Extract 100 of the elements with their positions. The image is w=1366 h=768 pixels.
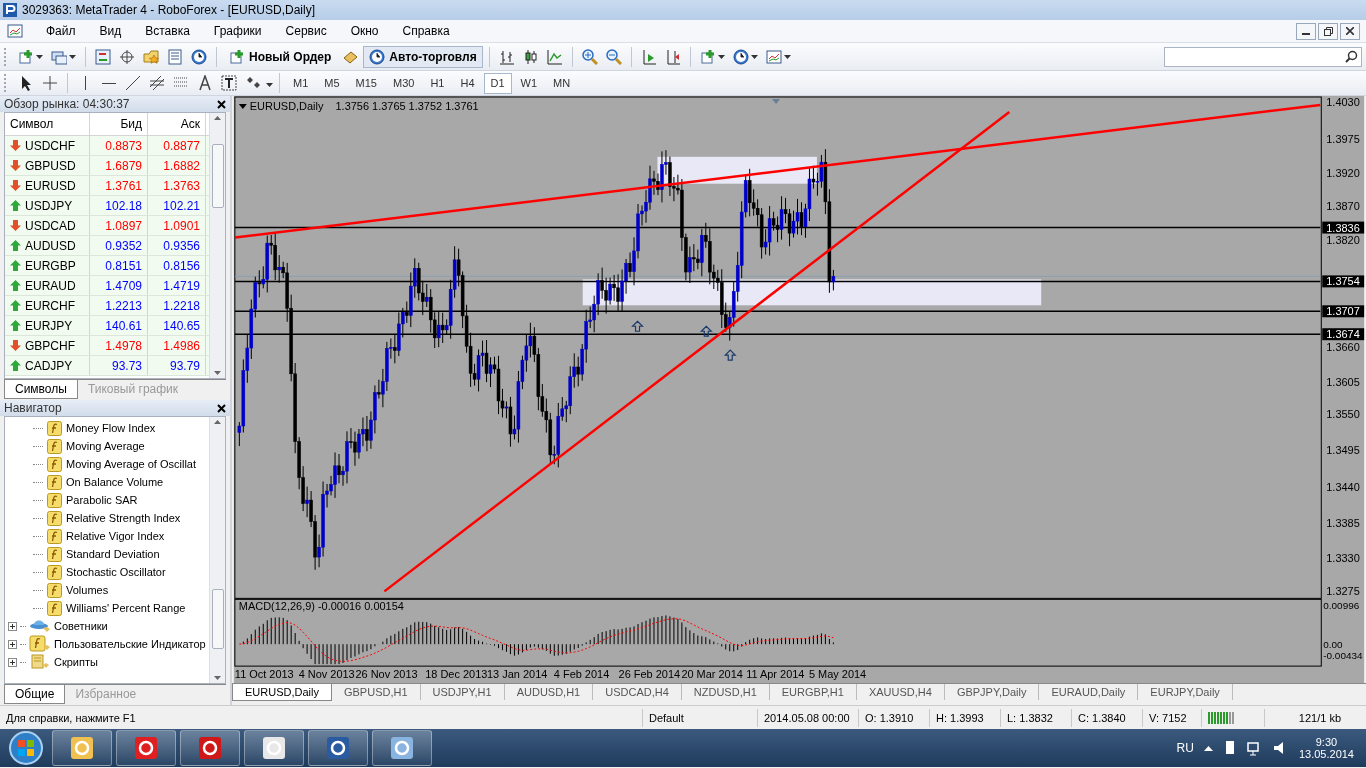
navigator-folder[interactable]: Пользовательские Индикатор (54, 638, 206, 650)
symbol-name: EURUSD (25, 178, 76, 193)
timeframe-button[interactable]: H1 (423, 72, 452, 94)
close-icon[interactable] (217, 99, 226, 109)
minimize-button[interactable] (1296, 22, 1316, 40)
profiles-icon (51, 48, 67, 65)
clock-time[interactable]: 9:30 (1315, 736, 1338, 748)
chart-tab[interactable]: EURUSD,Daily (232, 684, 332, 702)
expand-icon[interactable] (8, 621, 17, 631)
scroll-up-icon[interactable] (214, 420, 221, 424)
show-hidden-icons-icon[interactable] (1203, 745, 1213, 751)
taskbar-button[interactable] (116, 730, 176, 766)
navigator-folder[interactable]: Советники (54, 620, 108, 632)
timeframe-button[interactable]: M15 (348, 72, 384, 94)
timeframe-button[interactable]: H4 (453, 72, 482, 94)
scrollbar-thumb[interactable] (211, 144, 224, 208)
indicator-item[interactable]: Volumes (66, 584, 109, 596)
panel-tab[interactable]: Общие (4, 685, 66, 704)
indicator-item[interactable]: Relative Vigor Index (66, 530, 165, 542)
scroll-up-icon[interactable] (214, 116, 221, 120)
chart-tab[interactable]: USDCAD,H4 (593, 684, 682, 701)
status-profile: Default (642, 708, 757, 727)
timeframe-button[interactable]: MN (546, 72, 578, 94)
hat-icon (29, 618, 51, 634)
indicator-item[interactable]: On Balance Volume (66, 476, 164, 488)
caret-icon[interactable] (783, 54, 791, 59)
taskbar-button[interactable] (52, 730, 112, 766)
close-icon[interactable] (217, 403, 226, 413)
menu-item[interactable]: Сервис (273, 24, 339, 38)
chart-symbol-label: EURUSD,Daily (249, 99, 324, 112)
price-label: 1.3820 (1326, 233, 1360, 246)
indicator-item[interactable]: Moving Average (66, 440, 145, 452)
chart-tab[interactable]: USDJPY,H1 (420, 684, 505, 701)
indicator-item[interactable]: Moving Average of Oscillat (66, 458, 197, 470)
taskbar-button[interactable] (308, 730, 368, 766)
timeframe-button[interactable]: M5 (317, 72, 347, 94)
timeframe-button[interactable]: W1 (513, 72, 545, 94)
indicator-item[interactable]: Stochastic Oscillator (66, 566, 166, 578)
navigator-folder[interactable]: Скрипты (54, 656, 98, 668)
caret-icon[interactable] (36, 54, 43, 59)
menu-item[interactable]: Вставка (133, 24, 202, 38)
chart-tab[interactable]: EURJPY,Daily (1138, 684, 1233, 701)
menu-item[interactable]: Файл (34, 24, 88, 38)
indicator-item[interactable]: Relative Strength Index (66, 512, 181, 524)
chart-tab[interactable]: AUDUSD,H1 (504, 684, 594, 701)
trendline[interactable] (383, 110, 1011, 593)
caret-icon[interactable] (717, 54, 725, 59)
zoom-in-icon (581, 48, 598, 65)
auto-trading-button[interactable]: Авто-торговля (363, 45, 483, 68)
column-header[interactable]: Бид (90, 113, 148, 135)
panel-tab[interactable]: Символы (4, 380, 78, 399)
ask-price: 0.9356 (148, 236, 206, 255)
menu-item[interactable]: Вид (87, 24, 134, 38)
taskbar-button[interactable] (372, 730, 432, 766)
expand-icon[interactable] (8, 657, 17, 667)
ask-price: 1.2218 (148, 296, 206, 315)
taskbar-button[interactable] (244, 730, 304, 766)
symbol-name: EURCHF (25, 298, 75, 313)
indicator-item[interactable]: Money Flow Index (66, 422, 156, 434)
indicator-item[interactable]: Standard Deviation (66, 548, 160, 560)
chart-tab[interactable]: NZDUSD,H1 (681, 684, 770, 701)
price-label: 1.3870 (1326, 199, 1360, 212)
menu-item[interactable]: Графики (201, 24, 274, 38)
scrollbar-thumb[interactable] (211, 589, 224, 649)
close-button[interactable] (1340, 22, 1360, 40)
column-header[interactable]: Аск (148, 113, 206, 135)
chart-tab[interactable]: EURGBP,H1 (769, 684, 857, 701)
expand-icon[interactable] (8, 639, 17, 649)
bid-price: 1.6879 (90, 156, 148, 175)
caret-icon[interactable] (750, 54, 758, 59)
timeframe-button[interactable]: D1 (483, 72, 512, 94)
menu-item[interactable]: Справка (390, 24, 462, 38)
ask-price: 1.4986 (148, 336, 206, 355)
chart-tab[interactable]: GBPUSD,H1 (331, 684, 421, 701)
scroll-down-icon[interactable] (214, 676, 221, 680)
header-caret-icon[interactable] (238, 103, 247, 109)
indicator-item[interactable]: Parabolic SAR (66, 494, 138, 506)
chart-shift-marker[interactable] (772, 99, 781, 104)
clock-date[interactable]: 13.05.2014 (1298, 748, 1354, 760)
text-label-button[interactable] (218, 72, 240, 94)
caret-icon[interactable] (266, 83, 273, 87)
indicator-item[interactable]: Williams' Percent Range (66, 602, 186, 614)
date-label: 26 Nov 2013 (355, 668, 418, 681)
restore-button[interactable] (1318, 22, 1338, 40)
timeframe-button[interactable]: M30 (385, 72, 422, 94)
ask-price: 0.8156 (148, 256, 206, 275)
timeframe-button[interactable]: M1 (286, 72, 316, 94)
chart-tab[interactable]: GBPJPY,Daily (944, 684, 1040, 701)
menu-item[interactable]: Окно (338, 24, 391, 38)
chart-tab[interactable]: EURAUD,Daily (1039, 684, 1139, 701)
column-header[interactable]: Символ (5, 113, 90, 135)
taskbar-button[interactable] (180, 730, 240, 766)
caret-icon[interactable] (69, 54, 76, 59)
search-field[interactable] (1164, 46, 1362, 67)
language-indicator[interactable]: RU (1176, 741, 1194, 755)
new-order-button[interactable]: Новый Ордер (223, 45, 338, 68)
periods-icon (732, 48, 749, 65)
scroll-down-icon[interactable] (214, 371, 221, 375)
trendline[interactable] (234, 103, 1321, 239)
chart-tab[interactable]: XAUUSD,H4 (856, 684, 945, 701)
